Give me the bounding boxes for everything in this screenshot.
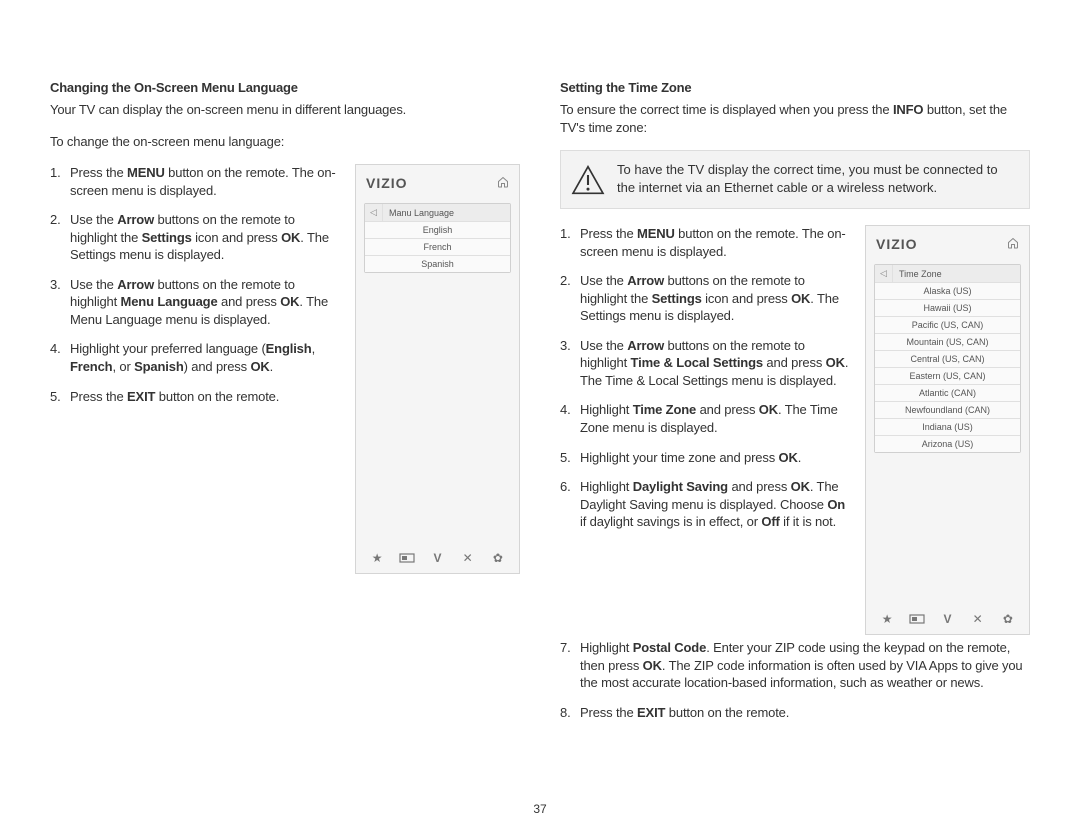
home-icon: [497, 176, 509, 191]
warning-text: To have the TV display the correct time,…: [617, 161, 1015, 196]
star-icon: ★: [878, 612, 896, 626]
rectangle-icon: [398, 553, 416, 563]
vizio-logo: VIZIO: [366, 175, 408, 191]
tv-menu-list: ◁ Manu Language EnglishFrenchSpanish: [364, 203, 511, 273]
close-icon: ✕: [459, 551, 477, 565]
step-item: Press the MENU button on the remote. The…: [50, 164, 339, 199]
tv-menu-list: ◁ Time Zone Alaska (US)Hawaii (US)Pacifi…: [874, 264, 1021, 453]
tv-list-item: Newfoundland (CAN): [875, 402, 1020, 419]
step-item: Highlight your preferred language (Engli…: [50, 340, 339, 375]
left-heading: Changing the On-Screen Menu Language: [50, 80, 520, 95]
tv-list-item: Indiana (US): [875, 419, 1020, 436]
step-item: Highlight Daylight Saving and press OK. …: [560, 478, 849, 531]
step-item: Press the MENU button on the remote. The…: [560, 225, 849, 260]
tv-list-title: Manu Language: [383, 205, 510, 221]
tv-list-item: Mountain (US, CAN): [875, 334, 1020, 351]
step-item: Use the Arrow buttons on the remote to h…: [50, 276, 339, 329]
right-heading: Setting the Time Zone: [560, 80, 1030, 95]
back-arrow-icon: ◁: [365, 204, 383, 221]
right-intro: To ensure the correct time is displayed …: [560, 101, 1030, 136]
warning-icon: [571, 161, 605, 198]
tv-list-item: Arizona (US): [875, 436, 1020, 452]
tv-list-item: Pacific (US, CAN): [875, 317, 1020, 334]
left-intro-1: Your TV can display the on-screen menu i…: [50, 101, 520, 119]
tv-timezone-panel: VIZIO ◁ Time Zone Alaska (US)Hawaii (US)…: [865, 225, 1030, 635]
page-number: 37: [533, 802, 546, 816]
step-item: Highlight Postal Code. Enter your ZIP co…: [560, 639, 1030, 692]
step-item: Use the Arrow buttons on the remote to h…: [50, 211, 339, 264]
tv-menu-language-panel: VIZIO ◁ Manu Language EnglishFrenchSpani…: [355, 164, 520, 574]
step-item: Use the Arrow buttons on the remote to h…: [560, 337, 849, 390]
tv-footer-icons: ★ V ✕ ✿: [356, 545, 519, 573]
right-step-list: Press the MENU button on the remote. The…: [560, 225, 849, 531]
tv-list-item: French: [365, 239, 510, 256]
tv-list-item: Spanish: [365, 256, 510, 272]
gear-icon: ✿: [999, 612, 1017, 626]
step-item: Use the Arrow buttons on the remote to h…: [560, 272, 849, 325]
left-step-list: Press the MENU button on the remote. The…: [50, 164, 339, 405]
vizio-logo: VIZIO: [876, 236, 918, 252]
tv-list-item: Alaska (US): [875, 283, 1020, 300]
tv-list-title: Time Zone: [893, 266, 1020, 282]
step-item: Highlight Time Zone and press OK. The Ti…: [560, 401, 849, 436]
right-column: Setting the Time Zone To ensure the corr…: [560, 80, 1030, 733]
tv-list-item: English: [365, 222, 510, 239]
right-step-list-continued: Highlight Postal Code. Enter your ZIP co…: [560, 639, 1030, 721]
step-item: Press the EXIT button on the remote.: [50, 388, 339, 406]
close-icon: ✕: [969, 612, 987, 626]
rectangle-icon: [908, 614, 926, 624]
back-arrow-icon: ◁: [875, 265, 893, 282]
home-icon: [1007, 237, 1019, 252]
step-item: Press the EXIT button on the remote.: [560, 704, 1030, 722]
left-intro-2: To change the on-screen menu language:: [50, 133, 520, 151]
tv-list-item: Central (US, CAN): [875, 351, 1020, 368]
gear-icon: ✿: [489, 551, 507, 565]
tv-list-item: Eastern (US, CAN): [875, 368, 1020, 385]
warning-box: To have the TV display the correct time,…: [560, 150, 1030, 209]
tv-list-item: Hawaii (US): [875, 300, 1020, 317]
left-column: Changing the On-Screen Menu Language You…: [50, 80, 520, 733]
tv-footer-icons: ★ V ✕ ✿: [866, 606, 1029, 634]
v-logo-icon: V: [938, 612, 956, 626]
step-item: Highlight your time zone and press OK.: [560, 449, 849, 467]
tv-list-item: Atlantic (CAN): [875, 385, 1020, 402]
star-icon: ★: [368, 551, 386, 565]
v-logo-icon: V: [428, 551, 446, 565]
